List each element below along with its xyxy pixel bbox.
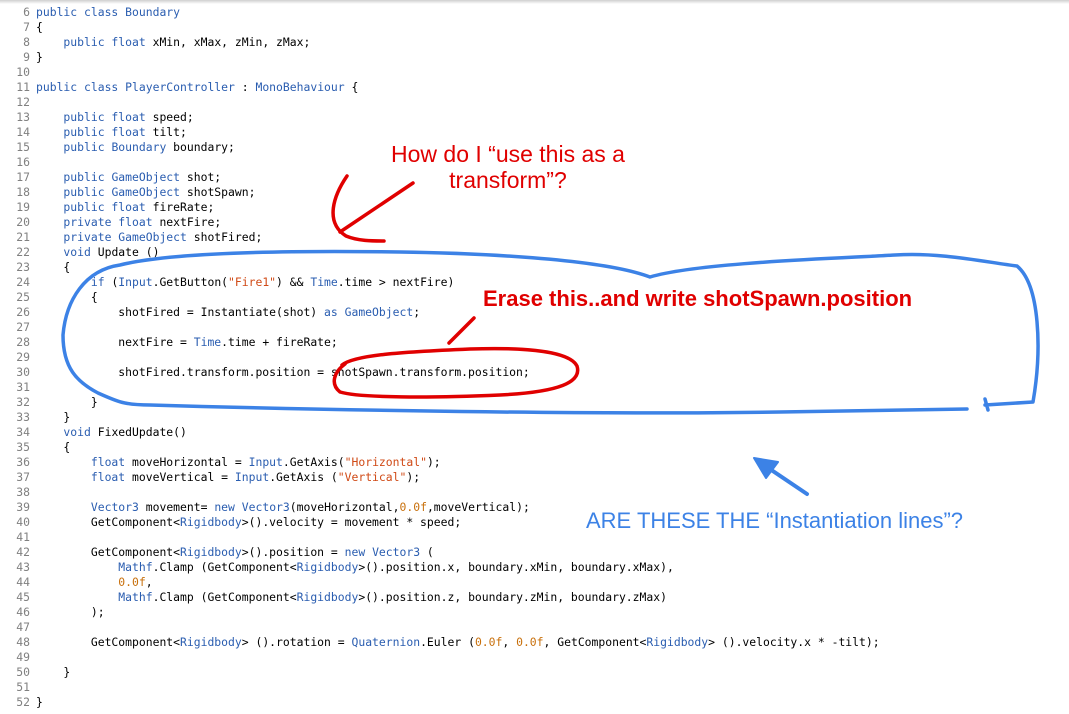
annotation-transform-question: How do I “use this as a transform”? xyxy=(391,141,625,194)
annotation-transform-line2: transform”? xyxy=(449,167,567,194)
red-ellipse-annotation xyxy=(332,346,580,399)
blue-arrow-head xyxy=(753,457,779,479)
annotation-erase-note: Erase this..and write shotSpawn.position xyxy=(483,286,913,311)
annotation-overlay xyxy=(61,174,1040,496)
annotation-transform-line1: How do I “use this as a xyxy=(391,141,625,167)
red-pointer-line xyxy=(447,316,476,345)
annotation-instantiation-question: ARE THESE THE “Instantiation lines”? xyxy=(586,508,964,533)
